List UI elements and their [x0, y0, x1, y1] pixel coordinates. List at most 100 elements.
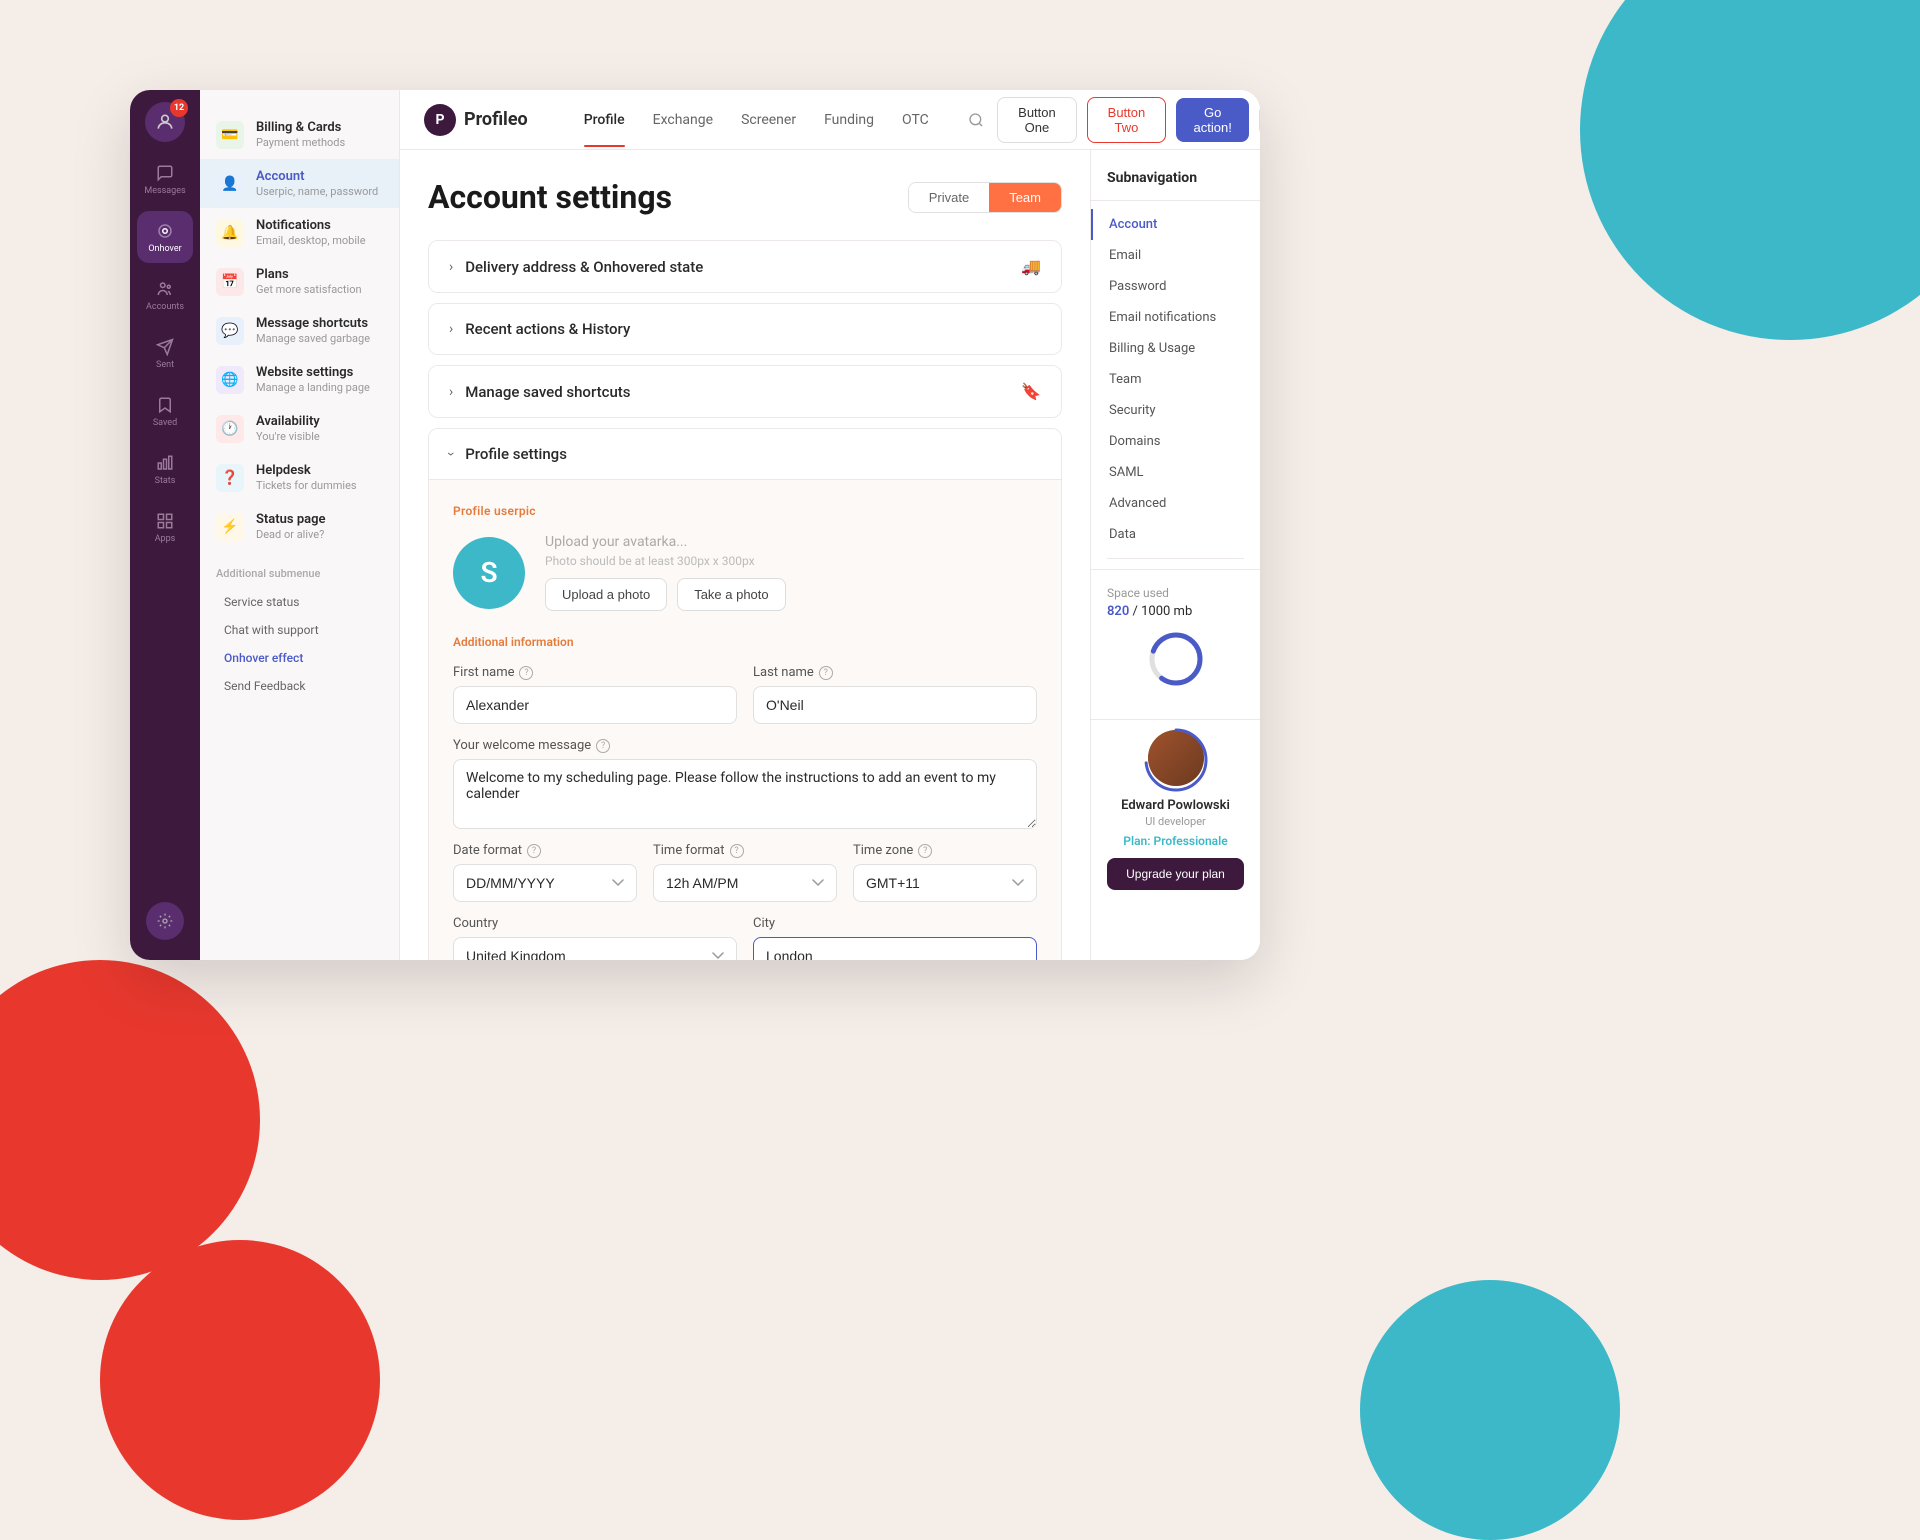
nav-link-profile[interactable]: Profile	[572, 106, 637, 134]
subnav-item-account[interactable]: Account	[1091, 209, 1260, 240]
helpdesk-icon: ❓	[216, 464, 244, 492]
date-format-select[interactable]: DD/MM/YYYY MM/DD/YYYY YYYY/MM/DD	[453, 864, 637, 902]
subnav-item-advanced[interactable]: Advanced	[1091, 488, 1260, 519]
accordion-history-arrow: ›	[449, 321, 453, 337]
user-avatar-top[interactable]: 12	[145, 102, 185, 142]
nav-item-website[interactable]: 🌐 Website settings Manage a landing page	[200, 355, 399, 404]
time-format-select[interactable]: 12h AM/PM 24h	[653, 864, 837, 902]
page-content: Account settings Private Team › Delivery…	[400, 150, 1090, 960]
accordion-shortcuts: › Manage saved shortcuts 🔖	[428, 365, 1062, 418]
timezone-label: Time zone ?	[853, 843, 1037, 858]
subnav-item-password[interactable]: Password	[1091, 271, 1260, 302]
upload-hint2: Photo should be at least 300px x 300px	[545, 554, 786, 568]
button-two[interactable]: Button Two	[1087, 97, 1166, 143]
nav-item-billing[interactable]: 💳 Billing & Cards Payment methods	[200, 110, 399, 159]
nav-subitem-chat-support[interactable]: Chat with support	[200, 616, 399, 644]
accordion-shortcuts-header[interactable]: › Manage saved shortcuts 🔖	[429, 366, 1061, 417]
app-container: 12 Messages Onhover	[130, 90, 1260, 960]
account-icon: 👤	[216, 170, 244, 198]
search-button[interactable]	[965, 104, 987, 136]
nav-item-shortcuts[interactable]: 💬 Message shortcuts Manage saved garbage	[200, 306, 399, 355]
notifications-icon: 🔔	[216, 219, 244, 247]
country-select[interactable]: United Kingdom United States Germany Fra…	[453, 937, 737, 960]
notification-badge: 12	[170, 99, 188, 117]
settings-nav-button[interactable]	[1259, 104, 1260, 136]
top-navbar: P Profileo Profile Exchange Screener Fun…	[400, 90, 1260, 150]
space-used-section: Space used 820 / 1000 mb	[1091, 569, 1260, 715]
upgrade-button[interactable]: Upgrade your plan	[1107, 858, 1244, 890]
nav-subitem-onhover-effect[interactable]: Onhover effect	[200, 644, 399, 672]
toggle-team[interactable]: Team	[989, 183, 1061, 212]
helpdesk-title: Helpdesk	[256, 463, 383, 478]
accordion-delivery-header[interactable]: › Delivery address & Onhovered state 🚚	[429, 241, 1061, 292]
sidebar-item-stats[interactable]: Stats	[137, 443, 193, 495]
toggle-private[interactable]: Private	[909, 183, 989, 212]
nav-link-otc[interactable]: OTC	[890, 106, 941, 134]
subnav-item-team[interactable]: Team	[1091, 364, 1260, 395]
accordion-delivery: › Delivery address & Onhovered state 🚚	[428, 240, 1062, 293]
nav-item-helpdesk[interactable]: ❓ Helpdesk Tickets for dummies	[200, 453, 399, 502]
last-name-input[interactable]	[753, 686, 1037, 724]
nav-item-account[interactable]: 👤 Account Userpic, name, password	[200, 159, 399, 208]
availability-icon: 🕐	[216, 415, 244, 443]
nav-link-funding[interactable]: Funding	[812, 106, 886, 134]
availability-sub: You're visible	[256, 430, 383, 443]
subnav-item-saml[interactable]: SAML	[1091, 457, 1260, 488]
welcome-message-input[interactable]: Welcome to my scheduling page. Please fo…	[453, 759, 1037, 829]
page-title: Account settings	[428, 178, 672, 216]
last-name-label: Last name ?	[753, 665, 1037, 680]
button-one[interactable]: Button One	[997, 97, 1077, 143]
saved-icon	[154, 394, 176, 416]
accordion-history-header[interactable]: › Recent actions & History	[429, 304, 1061, 354]
website-sub: Manage a landing page	[256, 381, 383, 394]
city-group: City	[753, 916, 1037, 960]
plans-icon: 📅	[216, 268, 244, 296]
take-photo-button[interactable]: Take a photo	[677, 578, 785, 611]
subnav-item-billing-usage[interactable]: Billing & Usage	[1091, 333, 1260, 364]
sidebar-item-accounts[interactable]: Accounts	[137, 269, 193, 321]
first-name-input[interactable]	[453, 686, 737, 724]
space-value: 820 / 1000 mb	[1107, 604, 1244, 619]
onhover-icon	[154, 220, 176, 242]
accordion-delivery-title: Delivery address & Onhovered state	[465, 258, 1009, 276]
billing-icon: 💳	[216, 121, 244, 149]
go-action-button[interactable]: Go action!	[1176, 98, 1249, 142]
timezone-select[interactable]: GMT+11 GMT+10 GMT+0 GMT-5	[853, 864, 1037, 902]
subnav-item-domains[interactable]: Domains	[1091, 426, 1260, 457]
upload-photo-button[interactable]: Upload a photo	[545, 578, 667, 611]
nav-item-notifications[interactable]: 🔔 Notifications Email, desktop, mobile	[200, 208, 399, 257]
subnav-item-email[interactable]: Email	[1091, 240, 1260, 271]
sidebar-item-sent[interactable]: Sent	[137, 327, 193, 379]
subnav-divider	[1107, 558, 1244, 559]
nav-link-screener[interactable]: Screener	[729, 106, 808, 134]
nav-item-availability[interactable]: 🕐 Availability You're visible	[200, 404, 399, 453]
accordion-profile-header[interactable]: › Profile settings	[429, 429, 1061, 479]
nav-link-exchange[interactable]: Exchange	[641, 106, 725, 134]
nav-subitem-send-feedback[interactable]: Send Feedback	[200, 672, 399, 700]
subnav-item-security[interactable]: Security	[1091, 395, 1260, 426]
accordion-profile-arrow: ›	[443, 452, 459, 456]
subnav-item-data[interactable]: Data	[1091, 519, 1260, 550]
nav-subitem-service-status[interactable]: Service status	[200, 588, 399, 616]
nav-item-plans[interactable]: 📅 Plans Get more satisfaction	[200, 257, 399, 306]
shortcuts-bookmark-icon: 🔖	[1021, 382, 1041, 401]
datetime-row: Date format ? DD/MM/YYYY MM/DD/YYYY YYYY…	[453, 843, 1037, 902]
welcome-message-group: Your welcome message ? Welcome to my sch…	[453, 738, 1037, 829]
timezone-info-icon: ?	[918, 844, 932, 858]
subnav-item-email-notifications[interactable]: Email notifications	[1091, 302, 1260, 333]
date-format-group: Date format ? DD/MM/YYYY MM/DD/YYYY YYYY…	[453, 843, 637, 902]
sidebar-item-onhover[interactable]: Onhover	[137, 211, 193, 263]
shortcuts-sub: Manage saved garbage	[256, 332, 383, 345]
sidebar-item-messages[interactable]: Messages	[137, 153, 193, 205]
accordion-history: › Recent actions & History	[428, 303, 1062, 355]
shortcuts-title: Message shortcuts	[256, 316, 383, 331]
settings-button[interactable]	[146, 902, 184, 940]
city-input[interactable]	[753, 937, 1037, 960]
top-nav-links: Profile Exchange Screener Funding OTC	[572, 106, 941, 134]
accordion-shortcuts-arrow: ›	[449, 384, 453, 400]
user-profile-card: Edward Powlowski UI developer Plan: Prof…	[1091, 719, 1260, 900]
top-nav-right: Button One Button Two Go action!	[965, 97, 1260, 143]
nav-item-status[interactable]: ⚡ Status page Dead or alive?	[200, 502, 399, 551]
sidebar-item-apps[interactable]: Apps	[137, 501, 193, 553]
sidebar-item-saved[interactable]: Saved	[137, 385, 193, 437]
